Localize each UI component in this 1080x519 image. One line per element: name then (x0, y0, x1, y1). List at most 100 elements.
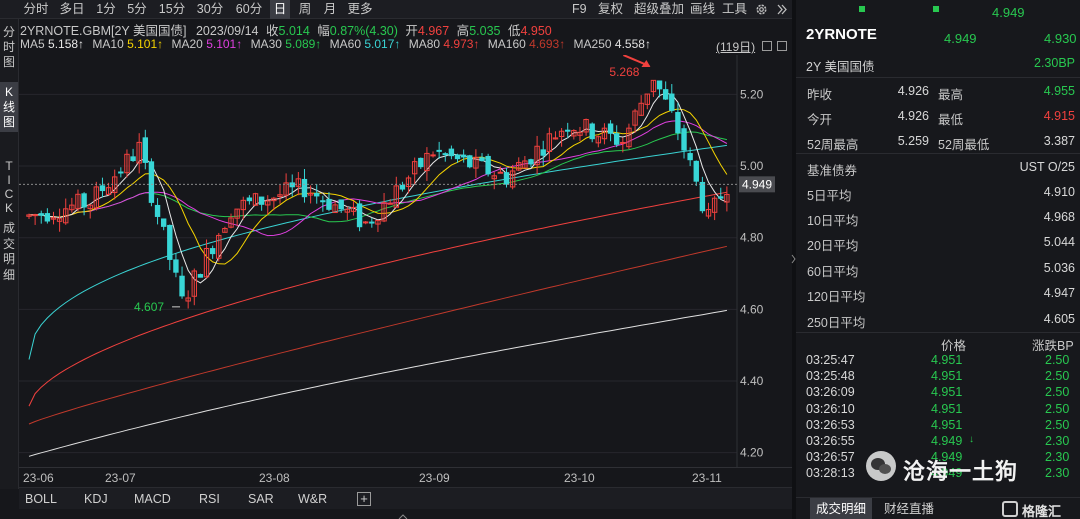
avg-row: 120日平均 4.947 (796, 281, 1080, 306)
tab-rsi[interactable]: RSI (199, 488, 220, 510)
tab-multiday[interactable]: 多日 (58, 0, 86, 19)
candle-body (454, 154, 461, 160)
tab-month[interactable]: 月 (321, 0, 339, 19)
candle-body (173, 259, 179, 273)
open-label: 开 (405, 24, 418, 38)
ma20-line (28, 120, 728, 237)
tab-kdj[interactable]: KDJ (84, 488, 108, 510)
ma-legend: MA5 5.158↑ MA10 5.101↑ MA20 5.101↑ MA30 … (20, 37, 651, 51)
y-tick-label: 4.80 (740, 231, 764, 245)
tab-1min[interactable]: 1分 (94, 0, 118, 19)
tab-trade-detail[interactable]: 成交明细 (0, 221, 18, 285)
trade-price: 4.951 (931, 369, 963, 384)
avg-row: 60日平均 5.036 (796, 256, 1080, 281)
day-high-value: 4.955 (1043, 84, 1075, 98)
trade-bp: 2.50 (1045, 417, 1070, 432)
instrument-code: 2YRNOTE (806, 26, 877, 43)
candle-body (179, 275, 185, 297)
maximize-icon[interactable] (762, 41, 772, 51)
menu-tools[interactable]: 工具 (722, 0, 747, 19)
candle-body (485, 155, 491, 175)
candle-body (607, 123, 614, 134)
tab-5min[interactable]: 5分 (125, 0, 149, 19)
candle-body (460, 154, 467, 158)
ma30-label: MA30 (250, 37, 282, 51)
trade-price: 4.951 (931, 401, 963, 416)
add-indicator-button[interactable]: + (357, 492, 371, 506)
trade-price: 4.951 (931, 385, 963, 400)
y-tick-label: 4.60 (740, 302, 764, 316)
trade-bp: 2.30 (1045, 466, 1070, 481)
ma30-value: 5.089↑ (285, 37, 322, 51)
candle-body (289, 182, 295, 188)
change-value: 0.87%(4.30) (329, 24, 398, 38)
wechat-icon (866, 451, 896, 481)
candle-body (399, 185, 406, 190)
ma160-line (28, 245, 728, 425)
tab-30min[interactable]: 30分 (195, 0, 225, 19)
pin-icon[interactable] (932, 5, 940, 13)
tab-news-live[interactable]: 财经直播 (878, 498, 940, 519)
tab-kline-chart[interactable]: K线图 (0, 82, 18, 132)
prev-close-value: 4.926 (897, 84, 929, 98)
menu-overlay[interactable]: 超级叠加 (634, 0, 684, 19)
candle-body (38, 213, 44, 216)
tab-sar[interactable]: SAR (248, 488, 274, 510)
tab-tick[interactable]: TICK (0, 159, 18, 215)
trade-price: 4.951 (931, 417, 963, 432)
tab-timeshare-chart[interactable]: 分时图 (0, 23, 18, 71)
trade-row: 03:25:47 4.951 2.50 (796, 353, 1080, 369)
stats-row: 昨收 4.926 最高 4.955 (796, 79, 1080, 104)
menu-draw[interactable]: 画线 (690, 0, 715, 19)
candle-body (503, 172, 510, 185)
candle-body (142, 137, 149, 163)
candle-body (362, 221, 369, 224)
candle-body (81, 193, 87, 208)
bar-date: 2023/09/14 (195, 24, 259, 38)
period-toolbar: 分时 多日 1分 5分 15分 30分 60分 日 周 月 更多 F9 复权 超… (0, 0, 792, 19)
trade-time: 03:25:48 (806, 369, 855, 384)
range-days[interactable]: (119日) (716, 38, 755, 55)
open-value: 4.967 (417, 24, 450, 38)
minimize-icon[interactable] (777, 41, 787, 51)
high-label: 最高 (938, 88, 964, 102)
tab-boll[interactable]: BOLL (25, 488, 57, 510)
menu-f9[interactable]: F9 (572, 0, 587, 19)
ma250-line (28, 309, 727, 457)
change-label: 幅 (317, 24, 330, 38)
candle-body (448, 148, 455, 157)
tab-macd[interactable]: MACD (134, 488, 171, 510)
candle-body (44, 213, 51, 222)
candle-body (565, 129, 571, 132)
tab-wr[interactable]: W&R (298, 488, 327, 510)
52w-low-label: 52周最低 (938, 138, 990, 152)
avg-value: 4.947 (1043, 286, 1075, 300)
tab-fenshi[interactable]: 分时 (22, 0, 50, 19)
trade-bp: 2.50 (1045, 385, 1070, 400)
gear-icon[interactable] (755, 3, 768, 16)
candle-body (246, 197, 253, 202)
tab-more[interactable]: 更多 (346, 0, 374, 19)
candle-body (369, 221, 375, 224)
ma20-value: 5.101↑ (206, 37, 243, 51)
symbol-label: 2YRNOTE.GBM[2Y 美国国债] (20, 24, 187, 38)
candle-body (160, 218, 167, 227)
date-tick: 23-10 (564, 471, 595, 485)
tab-15min[interactable]: 15分 (157, 0, 187, 19)
collapse-right-icon[interactable] (776, 3, 788, 16)
tab-trade-detail[interactable]: 成交明细 (810, 498, 872, 519)
menu-adjust[interactable]: 复权 (598, 0, 623, 19)
high-value: 5.035 (469, 24, 501, 38)
tab-day[interactable]: 日 (270, 0, 290, 19)
ma5-line (28, 92, 728, 284)
trade-bp: 2.50 (1045, 353, 1070, 367)
trade-row: 03:25:48 4.951 2.50 (796, 369, 1080, 385)
resize-handle-icon[interactable] (398, 510, 408, 519)
kline-chart[interactable]: 5.20 5.00 4.80 4.60 4.40 4.20 4.949 5.268 4.607 (19, 55, 792, 467)
ma30-line (28, 131, 728, 223)
avg-label: 60日平均 (807, 265, 859, 279)
tab-60min[interactable]: 60分 (234, 0, 264, 19)
trade-time: 03:26:55 (806, 434, 855, 448)
bell-icon[interactable] (858, 5, 866, 13)
tab-week[interactable]: 周 (296, 0, 314, 19)
